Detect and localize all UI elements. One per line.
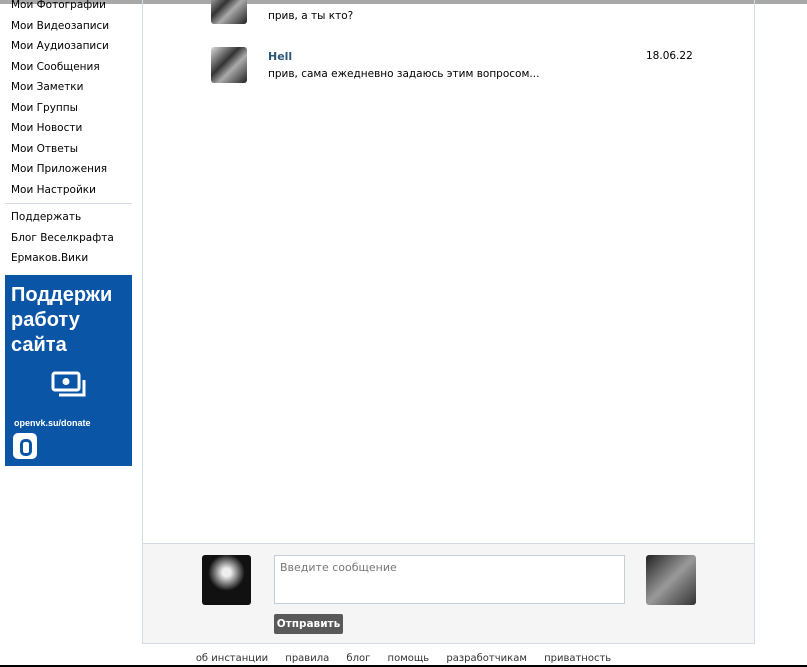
footer-help[interactable]: помощь	[388, 653, 430, 664]
sidebar-item-wiki[interactable]: Ермаков.Вики	[5, 248, 132, 269]
author-link[interactable]: Hell	[268, 50, 292, 63]
footer-rules[interactable]: правила	[285, 653, 329, 664]
sidebar-item-videos[interactable]: Мои Видеозаписи	[5, 16, 132, 37]
peer-avatar[interactable]	[646, 555, 696, 605]
sidebar-item-support[interactable]: Поддержать	[5, 207, 132, 228]
sidebar-item-news[interactable]: Мои Новости	[5, 118, 132, 139]
footer: об инстанции правила блог помощь разрабо…	[0, 653, 807, 664]
message-date: 18.06.22	[646, 50, 693, 62]
sidebar-item-blog[interactable]: Блог Веселкрафта	[5, 228, 132, 249]
openvk-logo-icon	[13, 432, 37, 459]
sidebar-item-settings[interactable]: Мои Настройки	[5, 180, 132, 201]
sidebar-item-groups[interactable]: Мои Группы	[5, 98, 132, 119]
donate-url: openvk.su/donate	[14, 417, 91, 428]
sidebar: Мои Фотографии Мои Видеозаписи Мои Аудио…	[5, 0, 132, 466]
donate-banner[interactable]: Поддержи работу сайта openvk.su/donate	[5, 274, 132, 466]
sidebar-item-messages[interactable]: Мои Сообщения	[5, 57, 132, 78]
message-input[interactable]	[274, 555, 625, 604]
footer-privacy[interactable]: приватность	[544, 653, 611, 664]
avatar[interactable]	[211, 0, 247, 24]
footer-blog[interactable]: блог	[346, 653, 370, 664]
compose-area: Отправить	[143, 543, 754, 643]
avatar[interactable]	[211, 47, 247, 83]
sidebar-item-audio[interactable]: Мои Аудиозаписи	[5, 36, 132, 57]
my-avatar[interactable]	[202, 555, 251, 605]
send-button[interactable]: Отправить	[274, 614, 343, 634]
divider	[5, 203, 132, 204]
sidebar-item-answers[interactable]: Мои Ответы	[5, 139, 132, 160]
message-text: прив, а ты кто?	[268, 10, 354, 22]
footer-developers[interactable]: разработчикам	[446, 653, 527, 664]
sidebar-item-photos[interactable]: Мои Фотографии	[5, 0, 132, 16]
sidebar-item-apps[interactable]: Мои Приложения	[5, 159, 132, 180]
footer-about[interactable]: об инстанции	[196, 653, 268, 664]
banner-line: работу	[11, 308, 80, 331]
message-text: прив, сама ежедневно задаюсь этим вопрос…	[268, 68, 540, 80]
banner-line: Поддержи	[11, 283, 113, 306]
money-icon	[51, 371, 86, 396]
conversation-panel: прив, а ты кто? Hell 18.06.22 прив, сама…	[142, 0, 755, 644]
banner-line: сайта	[11, 333, 67, 356]
sidebar-item-notes[interactable]: Мои Заметки	[5, 77, 132, 98]
